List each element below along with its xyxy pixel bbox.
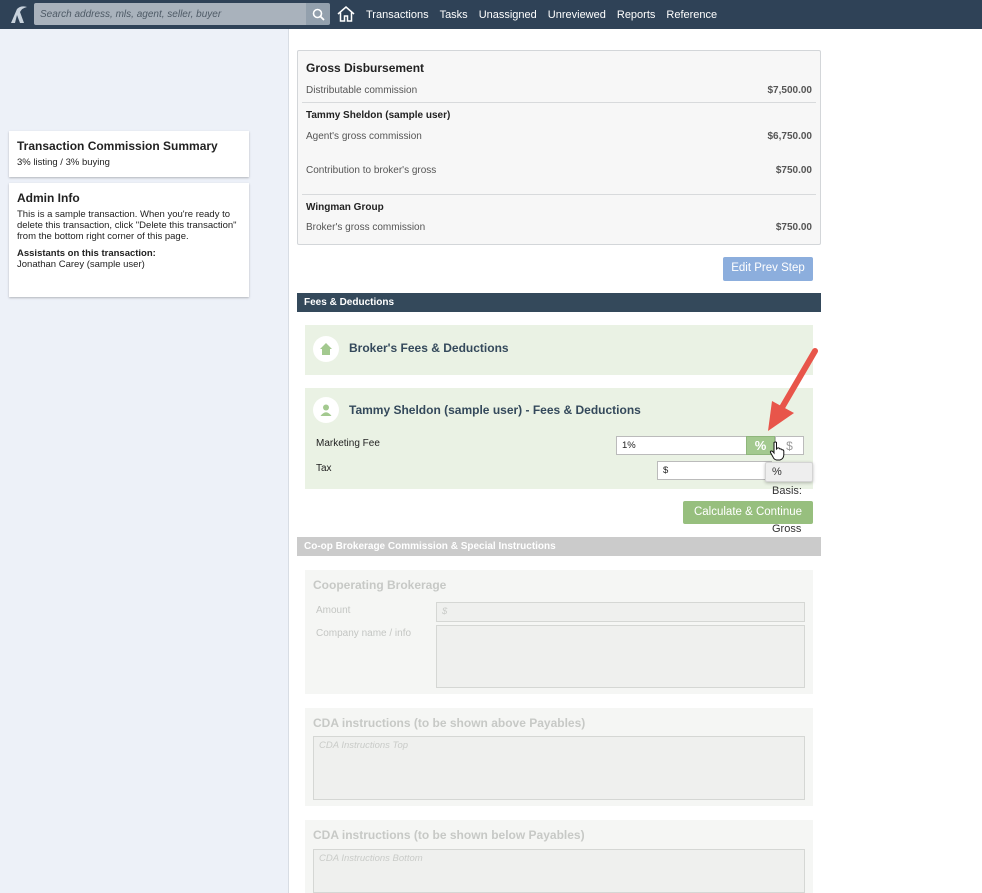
divider: [302, 102, 816, 103]
distributable-row: Distributable commission $7,500.00: [306, 85, 812, 96]
top-nav-bar: Transactions Tasks Unassigned Unreviewed…: [0, 0, 982, 29]
tax-input[interactable]: $: [657, 461, 772, 480]
gross-disbursement-panel: Gross Disbursement Distributable commiss…: [297, 50, 821, 245]
left-sidebar: Transaction Commission Summary 3% listin…: [0, 29, 289, 893]
nav-reference[interactable]: Reference: [666, 9, 717, 21]
distributable-value: $7,500.00: [767, 85, 813, 96]
contribution-label: Contribution to broker's gross: [306, 165, 437, 176]
broker-fees-title: Broker's Fees & Deductions: [349, 341, 509, 355]
cda-top-textarea[interactable]: CDA Instructions Top: [313, 736, 805, 800]
marketing-fee-label: Marketing Fee: [316, 438, 380, 449]
cda-above-title: CDA instructions (to be shown above Paya…: [313, 716, 586, 730]
cda-above-panel: CDA instructions (to be shown above Paya…: [305, 708, 813, 806]
contribution-value: $750.00: [775, 165, 812, 176]
distributable-label: Distributable commission: [306, 85, 418, 96]
divider: [302, 194, 816, 195]
user-icon: [313, 397, 339, 423]
nav-unreviewed[interactable]: Unreviewed: [548, 9, 606, 21]
tax-label: Tax: [316, 463, 332, 474]
admin-info-body: This is a sample transaction. When you'r…: [17, 209, 237, 242]
percent-basis-tooltip: % Basis: Agent Gross: [765, 462, 813, 535]
company-label: Company name / info: [316, 628, 412, 639]
search-button[interactable]: [306, 3, 330, 25]
commission-summary-detail: 3% listing / 3% buying: [17, 157, 110, 168]
gross-disbursement-title: Gross Disbursement: [306, 61, 425, 75]
hand-cursor-icon: [769, 441, 785, 461]
cooperating-brokerage-title: Cooperating Brokerage: [313, 578, 447, 592]
coop-section-header: Co-op Brokerage Commission & Special Ins…: [297, 537, 821, 556]
edit-prev-step-button[interactable]: Edit Prev Step: [723, 257, 813, 281]
assistants-value: Jonathan Carey (sample user): [17, 259, 145, 270]
company-textarea[interactable]: [436, 625, 805, 688]
commission-summary-title: Transaction Commission Summary: [17, 139, 218, 153]
house-icon: [313, 336, 339, 362]
assistants-label: Assistants on this transaction:: [17, 248, 156, 259]
search-icon: [312, 8, 325, 21]
search-input[interactable]: [34, 3, 306, 25]
broker-gross-label: Broker's gross commission: [306, 222, 426, 233]
cooperating-brokerage-panel: Cooperating Brokerage Amount $ Company n…: [305, 570, 813, 694]
broker-gross-value: $750.00: [775, 222, 812, 233]
calculate-continue-button[interactable]: Calculate & Continue: [683, 501, 813, 524]
admin-info-card: Admin Info This is a sample transaction.…: [9, 183, 249, 297]
nav-transactions[interactable]: Transactions: [366, 9, 429, 21]
cda-below-title: CDA instructions (to be shown below Paya…: [313, 828, 585, 842]
cda-below-panel: CDA instructions (to be shown below Paya…: [305, 820, 813, 893]
nav-reports[interactable]: Reports: [617, 9, 656, 21]
nav-unassigned[interactable]: Unassigned: [479, 9, 537, 21]
commission-summary-card: Transaction Commission Summary 3% listin…: [9, 131, 249, 177]
agent-name: Tammy Sheldon (sample user): [306, 110, 451, 121]
home-icon[interactable]: [336, 4, 356, 24]
main-nav: Transactions Tasks Unassigned Unreviewed…: [366, 0, 728, 29]
broker-fees-panel[interactable]: Broker's Fees & Deductions: [305, 325, 813, 375]
amount-input[interactable]: $: [436, 602, 805, 622]
admin-info-title: Admin Info: [17, 191, 80, 205]
broker-name: Wingman Group: [306, 202, 384, 213]
broker-gross-row: Broker's gross commission $750.00: [306, 222, 812, 233]
agent-gross-label: Agent's gross commission: [306, 131, 422, 142]
marketing-fee-input[interactable]: 1%: [616, 436, 747, 455]
contribution-row: Contribution to broker's gross $750.00: [306, 165, 812, 176]
logo-icon[interactable]: [8, 3, 30, 25]
agent-gross-row: Agent's gross commission $6,750.00: [306, 131, 812, 142]
nav-tasks[interactable]: Tasks: [440, 9, 468, 21]
amount-label: Amount: [316, 605, 351, 616]
agent-gross-value: $6,750.00: [767, 131, 813, 142]
cda-bottom-textarea[interactable]: CDA Instructions Bottom: [313, 849, 805, 893]
agent-fees-panel: Tammy Sheldon (sample user) - Fees & Ded…: [305, 388, 813, 535]
fees-section-header: Fees & Deductions: [297, 293, 821, 312]
agent-fees-title: Tammy Sheldon (sample user) - Fees & Ded…: [349, 403, 641, 417]
